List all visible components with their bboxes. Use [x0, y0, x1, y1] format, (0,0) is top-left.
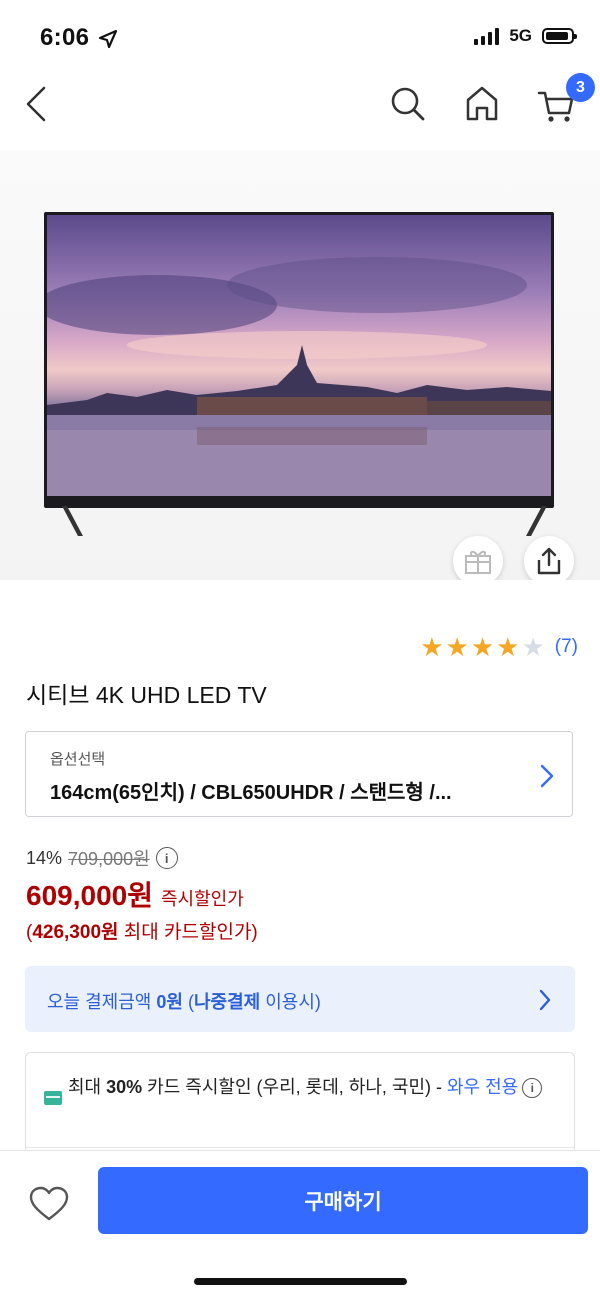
tv-stand-right [476, 506, 547, 536]
original-price: 709,000원 [68, 849, 150, 869]
tv-illustration [44, 212, 554, 508]
status-time: 6:06 [40, 24, 90, 51]
wow-only-label: 와우 전용 [447, 1077, 519, 1097]
card-benefit-text: 최대 30% 카드 즉시할인 (우리, 롯데, 하나, 국민) - 와우 전용 i [68, 1073, 558, 1101]
option-value: 164cm(65인치) / CBL650UHDR / 스탠드형 /... [50, 782, 452, 804]
chevron-right-icon [540, 764, 554, 788]
wishlist-button[interactable] [26, 1181, 72, 1227]
discount-row: 14% 709,000원 i [26, 845, 178, 871]
network-label: 5G [509, 26, 532, 45]
discount-rate: 14% [26, 847, 63, 868]
chevron-right-icon [539, 989, 551, 1011]
review-count-link[interactable]: (7) [555, 636, 578, 658]
home-icon [466, 86, 498, 121]
option-selector[interactable]: 옵션선택 164cm(65인치) / CBL650UHDR / 스탠드형 /..… [25, 731, 573, 817]
cart-count-badge: 3 [566, 73, 595, 102]
rating[interactable]: ★ ★ ★ ★ ★ (7) [420, 634, 578, 660]
home-button[interactable] [458, 80, 506, 128]
chevron-left-icon [26, 86, 46, 122]
card-discount-label: 최대 카드할인가) [118, 922, 258, 943]
credit-card-icon [44, 1091, 62, 1105]
share-button[interactable] [524, 536, 574, 580]
star-icon: ★ [470, 632, 495, 662]
pay-later-banner[interactable]: 오늘 결제금액 0원 (나중결제 이용시) [25, 966, 575, 1032]
gift-icon [465, 550, 491, 574]
info-icon[interactable]: i [522, 1078, 543, 1099]
star-empty-icon: ★ [521, 632, 545, 662]
product-image[interactable] [0, 150, 600, 580]
battery-icon [542, 28, 577, 44]
card-discount-row: (426,300원 최대 카드할인가) [26, 922, 258, 943]
search-button[interactable] [384, 80, 432, 128]
buy-button[interactable]: 구매하기 [98, 1167, 588, 1234]
sale-price-row: 609,000원 즉시할인가 [26, 874, 244, 914]
sale-price-label: 즉시할인가 [160, 889, 244, 909]
share-icon [537, 547, 561, 575]
tv-stand-left [62, 506, 133, 536]
option-label: 옵션선택 [50, 751, 106, 768]
home-indicator [194, 1278, 407, 1285]
pay-later-text: 오늘 결제금액 0원 (나중결제 이용시) [47, 992, 321, 1012]
status-indicators: 5G [474, 26, 577, 46]
info-icon[interactable]: i [155, 847, 178, 869]
divider [26, 1147, 574, 1148]
location-arrow-icon [98, 29, 118, 54]
bottom-action-bar: 구매하기 [0, 1150, 600, 1299]
back-button[interactable] [12, 80, 60, 128]
sale-price: 609,000원 [26, 880, 153, 911]
star-icon: ★ [496, 632, 520, 662]
signal-icon [474, 27, 500, 45]
product-title: 시티브 4K UHD LED TV [26, 682, 267, 708]
star-icon: ★ [445, 632, 469, 662]
star-icon: ★ [420, 632, 444, 662]
heart-icon [29, 1186, 69, 1221]
card-discount-price: 426,300원 [32, 922, 119, 943]
search-icon [391, 87, 425, 121]
gift-button[interactable] [453, 536, 503, 580]
